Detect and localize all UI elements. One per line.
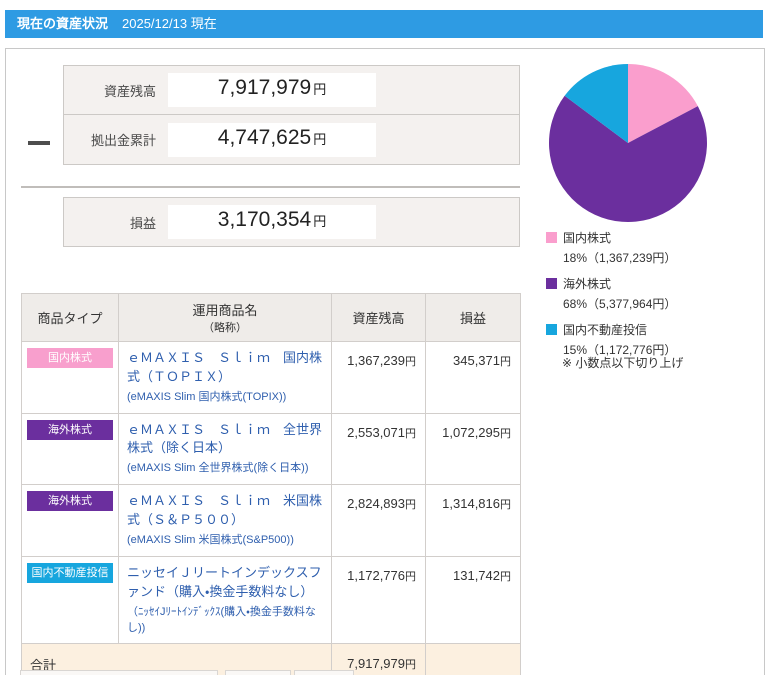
total-pl-cell-empty: [425, 643, 521, 675]
legend-label: 国内不動産投信: [563, 323, 648, 337]
content-panel: 資産残高 7,917,979 円 拠出金累計 4,747,625 円 損益 3,…: [5, 48, 765, 675]
profit-loss-value: 3,170,354: [217, 208, 312, 231]
legend-item: 国内不動産投信 15%（1,172,776円）: [546, 321, 756, 358]
product-type-badge: 海外株式: [27, 491, 113, 512]
holdings-table-wrap: 商品タイプ 運用商品名 （略称） 資産残高 損益 国内株式 ｅＭＡＸＩＳ Ｓｌｉ…: [21, 293, 521, 675]
profit-loss-group: 損益 3,170,354 円: [63, 197, 520, 247]
legend-detail: 68%（5,377,964円）: [563, 297, 677, 311]
product-name-link[interactable]: ｅＭＡＸＩＳ Ｓｌｉｍ 米国株式（Ｓ＆Ｐ５００）: [127, 493, 322, 527]
contribution-total-value: 4,747,625: [217, 125, 312, 149]
table-row: 国内株式 ｅＭＡＸＩＳ Ｓｌｉｍ 国内株式（ＴＯＰＩＸ） (eMAXIS Sli…: [21, 341, 521, 414]
product-name-link[interactable]: ｅＭＡＸＩＳ Ｓｌｉｍ 全世界株式（除く日本）: [127, 422, 322, 456]
product-type-cell: 海外株式: [21, 484, 119, 557]
contribution-total-row: 拠出金累計 4,747,625 円: [63, 115, 520, 165]
product-name-cell: ｅＭＡＸＩＳ Ｓｌｉｍ 米国株式（Ｓ＆Ｐ５００） (eMAXIS Slim 米国…: [118, 484, 332, 557]
balance-cell: 2,553,071円: [331, 412, 426, 486]
col-header-balance: 資産残高: [331, 293, 426, 342]
profit-loss-valuebox: 3,170,354 円: [168, 205, 376, 239]
col-header-profit-loss: 損益: [425, 293, 521, 342]
contribution-total-unit: 円: [313, 131, 327, 147]
contribution-total-label: 拠出金累計: [90, 133, 156, 148]
product-type-badge: 海外株式: [27, 419, 113, 440]
pl-cell: 131,742円: [425, 555, 521, 645]
total-balance-value: 7,917,979: [347, 656, 405, 672]
pie-chart: [548, 64, 707, 222]
asset-allocation-chart: [548, 63, 708, 223]
holdings-table: 商品タイプ 運用商品名 （略称） 資産残高 損益 国内株式 ｅＭＡＸＩＳ Ｓｌｉ…: [21, 293, 521, 675]
product-name-link[interactable]: ニッセイＪリートインデックスファンド（購入・換金手数料なし）: [127, 565, 322, 599]
asset-balance-value: 7,917,979: [217, 76, 312, 99]
table-row: 海外株式 ｅＭＡＸＩＳ Ｓｌｉｍ 米国株式（Ｓ＆Ｐ５００） (eMAXIS Sl…: [21, 484, 521, 557]
balance-cell: 1,367,239円: [331, 341, 426, 414]
summary-group: 資産残高 7,917,979 円 拠出金累計 4,747,625 円: [63, 65, 520, 165]
product-abbr: （ﾆｯｾｲJﾘｰﾄｲﾝﾃﾞｯｸｽ(購入・換金手数料なし)): [127, 605, 316, 634]
product-abbr: (eMAXIS Slim 国内株式(TOPIX)): [127, 390, 287, 403]
product-type-badge: 国内不動産投信: [27, 562, 113, 583]
pl-cell: 345,371円: [425, 341, 521, 414]
as-of-date: 2025/12/13 現在: [122, 16, 217, 31]
product-type-cell: 海外株式: [21, 412, 119, 486]
contribution-total-valuebox: 4,747,625 円: [168, 122, 376, 157]
col-header-product-name: 運用商品名 （略称）: [118, 293, 332, 342]
legend-swatch: [546, 278, 557, 289]
product-type-cell: 国内不動産投信: [21, 555, 119, 645]
page-title: 現在の資産状況: [17, 16, 109, 31]
product-name-cell: ｅＭＡＸＩＳ Ｓｌｉｍ 全世界株式（除く日本） (eMAXIS Slim 全世界…: [118, 412, 332, 486]
legend-swatch: [546, 324, 557, 335]
balance-cell: 1,172,776円: [331, 555, 426, 645]
col-header-product-type: 商品タイプ: [21, 293, 119, 342]
col-header-abbr: （略称）: [203, 322, 247, 334]
product-abbr: (eMAXIS Slim 米国株式(S&P500)): [127, 533, 294, 546]
asset-balance-unit: 円: [313, 82, 327, 97]
next-section-edge: [294, 670, 354, 675]
product-abbr: (eMAXIS Slim 全世界株式(除く日本)): [127, 462, 309, 475]
product-type-cell: 国内株式: [21, 341, 119, 414]
next-section-edge: [225, 670, 291, 675]
profit-loss-unit: 円: [313, 214, 327, 229]
legend-detail: 18%（1,367,239円）: [563, 251, 677, 265]
legend-item: 海外株式 68%（5,377,964円）: [546, 275, 756, 312]
pl-cell: 1,314,816円: [425, 484, 521, 557]
asset-status-page: 現在の資産状況 2025/12/13 現在 資産残高 7,917,979 円 拠出…: [0, 0, 773, 675]
pl-cell: 1,072,295円: [425, 412, 521, 486]
legend-item: 国内株式 18%（1,367,239円）: [546, 229, 756, 266]
profit-loss-label: 損益: [129, 215, 156, 231]
asset-balance-valuebox: 7,917,979 円: [168, 73, 376, 107]
table-row: 国内不動産投信 ニッセイＪリートインデックスファンド（購入・換金手数料なし） （…: [21, 555, 521, 645]
product-name-cell: ｅＭＡＸＩＳ Ｓｌｉｍ 国内株式（ＴＯＰＩＸ） (eMAXIS Slim 国内株…: [118, 341, 332, 414]
next-section-edge: [20, 670, 218, 675]
asset-balance-label: 資産残高: [103, 83, 156, 99]
table-row: 海外株式 ｅＭＡＸＩＳ Ｓｌｉｍ 全世界株式（除く日本） (eMAXIS Sli…: [21, 412, 521, 486]
page-header: 現在の資産状況 2025/12/13 現在: [5, 10, 763, 38]
balance-cell: 2,824,893円: [331, 484, 426, 557]
equals-divider: [21, 186, 520, 188]
legend-swatch: [546, 232, 557, 243]
legend-label: 海外株式: [563, 277, 612, 291]
pie-legend: 国内株式 18%（1,367,239円） 海外株式 68%（5,377,964円…: [546, 229, 756, 367]
product-type-badge: 国内株式: [27, 348, 113, 368]
table-header-row: 商品タイプ 運用商品名 （略称） 資産残高 損益: [21, 293, 521, 342]
product-name-cell: ニッセイＪリートインデックスファンド（購入・換金手数料なし） （ﾆｯｾｲJﾘｰﾄ…: [118, 555, 332, 645]
minus-operator: [28, 141, 50, 145]
rounding-note: ※ 小数点以下切り上げ: [562, 356, 684, 370]
asset-balance-row: 資産残高 7,917,979 円: [63, 65, 520, 115]
profit-loss-row: 損益 3,170,354 円: [63, 197, 520, 247]
legend-label: 国内株式: [563, 231, 612, 245]
product-name-link[interactable]: ｅＭＡＸＩＳ Ｓｌｉｍ 国内株式（ＴＯＰＩＸ）: [127, 350, 322, 384]
